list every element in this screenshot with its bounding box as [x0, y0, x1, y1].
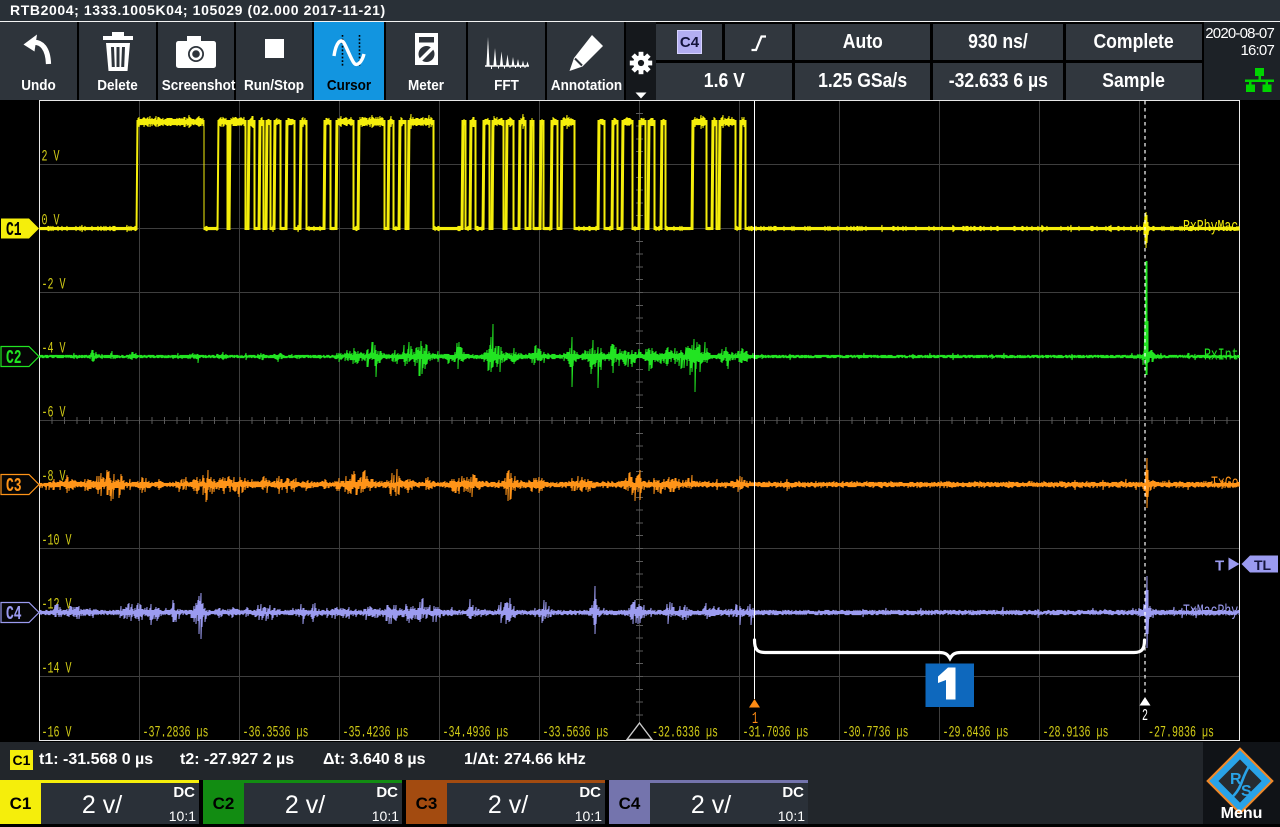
svg-text:-6 V: -6 V — [42, 405, 66, 423]
svg-text:-30.7736 µs: -30.7736 µs — [843, 725, 909, 742]
svg-text:C3: C3 — [6, 475, 22, 497]
svg-text:TxMacPhy: TxMacPhy — [1183, 603, 1238, 622]
svg-text:RxInt: RxInt — [1204, 347, 1238, 366]
svg-text:-34.4936 µs: -34.4936 µs — [443, 725, 509, 742]
svg-text:-10 V: -10 V — [42, 533, 72, 551]
svg-text:C1: C1 — [6, 219, 22, 241]
svg-text:-14 V: -14 V — [42, 661, 72, 679]
svg-text:-29.8436 µs: -29.8436 µs — [943, 725, 1009, 742]
svg-text:T: T — [1215, 558, 1224, 575]
svg-text:-16 V: -16 V — [42, 725, 72, 742]
svg-text:S: S — [1241, 783, 1252, 800]
svg-text:-2 V: -2 V — [42, 277, 66, 295]
svg-text:2 V: 2 V — [42, 149, 60, 167]
svg-text:1: 1 — [752, 710, 758, 730]
svg-text:RxPhyMac: RxPhyMac — [1183, 218, 1238, 237]
svg-text:-28.9136 µs: -28.9136 µs — [1043, 725, 1109, 742]
svg-text:-37.2836 µs: -37.2836 µs — [143, 725, 209, 742]
svg-text:-27.9836 µs: -27.9836 µs — [1148, 725, 1214, 742]
svg-text:C2: C2 — [6, 347, 22, 369]
svg-text:-35.4236 µs: -35.4236 µs — [343, 725, 409, 742]
svg-text:2: 2 — [1142, 707, 1148, 727]
svg-text:-36.3536 µs: -36.3536 µs — [243, 725, 309, 742]
svg-text:-32.6336 µs: -32.6336 µs — [652, 725, 718, 742]
svg-text:-33.5636 µs: -33.5636 µs — [543, 725, 609, 742]
svg-text:C4: C4 — [6, 603, 22, 625]
svg-text:TL: TL — [1254, 557, 1272, 573]
svg-text:TxGo: TxGo — [1211, 475, 1239, 494]
